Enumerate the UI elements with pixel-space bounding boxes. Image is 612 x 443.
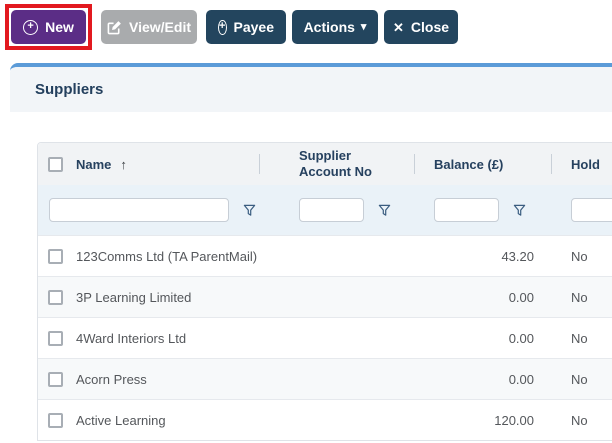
table-row[interactable]: 4Ward Interiors Ltd 0.00 No [38, 317, 612, 358]
column-header-name[interactable]: Name ↑ [38, 143, 259, 185]
supplier-account-no [259, 236, 414, 276]
balance-value: 0.00 [414, 318, 551, 358]
column-header-hold[interactable]: Hold [551, 143, 612, 185]
table-row[interactable]: 3P Learning Limited 0.00 No [38, 276, 612, 317]
hold-value: No [551, 318, 612, 358]
payee-button-label: Payee [234, 19, 274, 35]
row-checkbox[interactable] [48, 331, 63, 346]
balance-value: 43.20 [414, 236, 551, 276]
filter-funnel-icon[interactable] [513, 204, 526, 217]
supplier-account-no-filter-input[interactable] [299, 198, 364, 222]
row-checkbox[interactable] [48, 372, 63, 387]
table-row[interactable]: Active Learning 120.00 No [38, 399, 612, 440]
column-header-supplier-account-no[interactable]: Supplier Account No [259, 143, 414, 185]
supplier-name: Acorn Press [76, 372, 147, 387]
row-checkbox[interactable] [48, 249, 63, 264]
column-header-supplier-label: Supplier Account No [299, 148, 374, 181]
name-filter-input[interactable] [49, 198, 229, 222]
row-checkbox[interactable] [48, 413, 63, 428]
page-title: Suppliers [35, 81, 103, 98]
row-checkbox[interactable] [48, 290, 63, 305]
table-filter-row [38, 185, 612, 235]
close-icon: ✕ [393, 21, 404, 34]
close-button-label: Close [411, 19, 449, 35]
balance-filter-input[interactable] [434, 198, 499, 222]
select-all-checkbox[interactable] [48, 157, 63, 172]
table-header-row: Name ↑ Supplier Account No Balance (£) H… [38, 143, 612, 185]
hold-filter-input[interactable] [571, 198, 612, 222]
supplier-account-no [259, 277, 414, 317]
supplier-account-no [259, 359, 414, 399]
actions-button-label: Actions [304, 19, 355, 35]
column-header-name-label: Name [76, 157, 111, 172]
view-edit-button-label: View/Edit [129, 19, 191, 35]
hold-value: No [551, 359, 612, 399]
supplier-account-no [259, 400, 414, 440]
new-button-label: New [45, 19, 74, 35]
filter-funnel-icon[interactable] [243, 204, 256, 217]
chevron-down-icon: ▾ [361, 22, 367, 33]
balance-value: 0.00 [414, 359, 551, 399]
table-row[interactable]: 123Comms Ltd (TA ParentMail) 43.20 No [38, 235, 612, 276]
hold-value: No [551, 277, 612, 317]
supplier-name: 3P Learning Limited [76, 290, 191, 305]
suppliers-table: Name ↑ Supplier Account No Balance (£) H… [37, 142, 612, 441]
balance-value: 120.00 [414, 400, 551, 440]
payee-button[interactable]: + Payee [206, 10, 286, 44]
sort-ascending-icon: ↑ [120, 157, 127, 172]
panel-header: Suppliers [10, 67, 612, 112]
hold-value: No [551, 400, 612, 440]
column-header-balance-label: Balance (£) [434, 157, 503, 172]
new-button[interactable]: + New [11, 10, 86, 44]
close-button[interactable]: ✕ Close [384, 10, 458, 44]
balance-value: 0.00 [414, 277, 551, 317]
plus-circle-icon: + [23, 20, 38, 35]
edit-icon [107, 20, 122, 35]
table-row[interactable]: Acorn Press 0.00 No [38, 358, 612, 399]
supplier-name: Active Learning [76, 413, 166, 428]
column-header-hold-label: Hold [571, 157, 600, 172]
plus-circle-icon: + [218, 20, 227, 35]
supplier-account-no [259, 318, 414, 358]
filter-funnel-icon[interactable] [378, 204, 391, 217]
hold-value: No [551, 236, 612, 276]
view-edit-button[interactable]: View/Edit [101, 10, 197, 44]
column-header-balance[interactable]: Balance (£) [414, 143, 551, 185]
actions-dropdown-button[interactable]: Actions ▾ [292, 10, 378, 44]
suppliers-panel: Suppliers Name ↑ Supplier Account No Bal… [10, 63, 612, 443]
supplier-name: 123Comms Ltd (TA ParentMail) [76, 249, 257, 264]
supplier-name: 4Ward Interiors Ltd [76, 331, 186, 346]
